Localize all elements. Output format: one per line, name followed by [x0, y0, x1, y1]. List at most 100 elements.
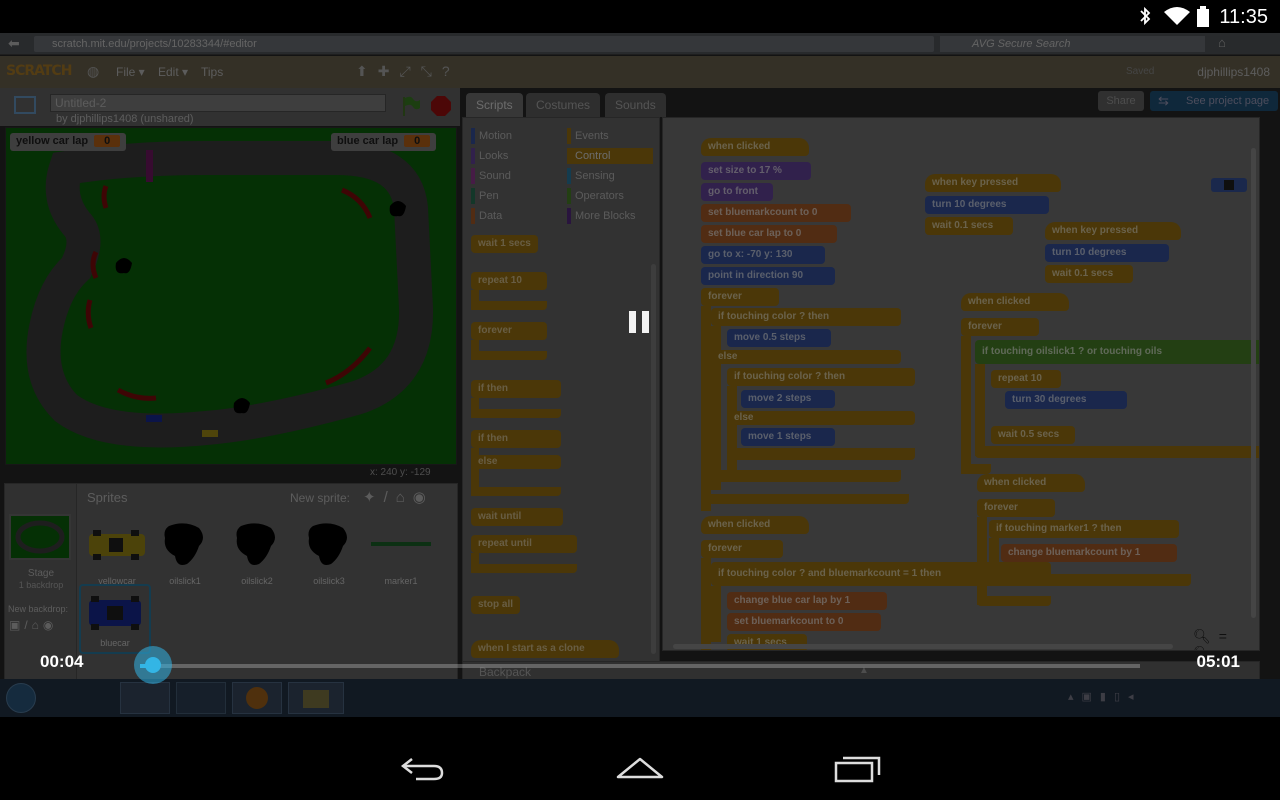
tool-icons[interactable]: ⬆✚⤢⤡? [356, 63, 460, 80]
share-button[interactable]: Share [1098, 91, 1144, 111]
sprite-oilslick3[interactable]: oilslick3 [295, 520, 363, 586]
sprite-oilslick1[interactable]: oilslick1 [151, 520, 219, 586]
recents-nav-icon[interactable] [833, 753, 883, 783]
seek-track[interactable] [140, 664, 1140, 668]
script-block[interactable]: repeat 10 [991, 370, 1061, 388]
menu-edit[interactable]: Edit ▾ [158, 65, 188, 79]
script-scrollbar-horizontal[interactable] [673, 644, 1173, 649]
script-block[interactable]: wait 0.1 secs [1045, 265, 1133, 283]
stage-thumbnail[interactable] [9, 514, 71, 560]
script-block[interactable]: when clicked [701, 138, 809, 156]
script-block[interactable]: when clicked [961, 293, 1069, 311]
sprite-oilslick2[interactable]: oilslick2 [223, 520, 291, 586]
taskbar-app-tools[interactable] [176, 682, 226, 714]
script-block[interactable]: when key pressed [925, 174, 1061, 192]
see-project-button[interactable]: ⇆ See project page [1150, 91, 1278, 111]
seek-thumb[interactable] [134, 646, 172, 684]
script-block[interactable]: when key pressed [1045, 222, 1181, 240]
monitor-blue-car-lap[interactable]: blue car lap 0 [331, 133, 437, 151]
palette-block-clone-hat[interactable]: when I start as a clone [471, 640, 619, 658]
sprite-marker1[interactable]: marker1 [367, 520, 435, 586]
tab-scripts[interactable]: Scripts [466, 93, 523, 117]
palette-block-stop[interactable]: stop all [471, 596, 521, 614]
palette-block-wait[interactable]: wait 1 secs [471, 235, 538, 253]
scratch-logo[interactable]: SCRATCH [6, 63, 72, 79]
sprite-yellowcar[interactable]: yellowcar [83, 520, 151, 586]
stop-icon[interactable] [430, 95, 452, 117]
script-scrollbar-vertical[interactable] [1251, 148, 1256, 618]
new-sprite-icons[interactable]: ✦/⌂◉ [363, 488, 434, 506]
palette-block-repeat[interactable]: repeat 10 [471, 272, 547, 290]
script-block[interactable]: forever [701, 540, 783, 558]
stage[interactable]: yellow car lap 0 blue car lap 0 [5, 127, 457, 465]
script-block[interactable]: go to x: -70 y: 130 [701, 246, 825, 264]
globe-icon[interactable]: ◍ [87, 63, 99, 80]
script-block[interactable]: go to front [701, 183, 773, 201]
menu-tips[interactable]: Tips [201, 65, 223, 79]
script-block[interactable]: move 2 steps [741, 390, 835, 408]
category-more-blocks[interactable]: More Blocks [567, 208, 636, 224]
green-flag-icon[interactable] [400, 95, 422, 117]
script-area[interactable]: when clicked set size to 17 % go to fron… [662, 117, 1260, 651]
script-block[interactable]: move 0.5 steps [727, 329, 831, 347]
palette-block-repeat-until[interactable]: repeat until [471, 535, 577, 553]
palette-block-forever[interactable]: forever [471, 322, 547, 340]
script-block[interactable]: change blue car lap by 1 [727, 592, 887, 610]
category-pen[interactable]: Pen [471, 188, 499, 204]
script-block[interactable]: if touching color ? then [727, 368, 915, 386]
sprite-bluecar[interactable]: bluecar [79, 584, 151, 654]
home-icon[interactable]: ⌂ [1218, 35, 1226, 50]
category-events[interactable]: Events [567, 128, 609, 144]
tab-costumes[interactable]: Costumes [526, 93, 601, 117]
system-tray-icons[interactable]: ▴▣▮▯◂ [1068, 690, 1142, 703]
category-looks[interactable]: Looks [471, 148, 508, 164]
menu-file[interactable]: File ▾ [116, 65, 145, 79]
category-operators[interactable]: Operators [567, 188, 624, 204]
script-block[interactable]: if touching color ? then [711, 308, 901, 326]
script-block[interactable]: move 1 steps [741, 428, 835, 446]
script-block[interactable]: turn 10 degrees [1045, 244, 1169, 262]
project-title-input[interactable]: Untitled-2 [50, 94, 386, 112]
category-data[interactable]: Data [471, 208, 502, 224]
zoom-controls[interactable]: 🔍︎=🔍︎ [1193, 628, 1259, 650]
palette-block-wait-until[interactable]: wait until [471, 508, 563, 526]
script-block[interactable]: set bluemarkcount to 0 [727, 613, 881, 631]
taskbar-app-media[interactable] [120, 682, 170, 714]
url-bar[interactable]: scratch.mit.edu/projects/10283344/#edito… [34, 36, 934, 52]
script-block[interactable]: wait 0.1 secs [925, 217, 1013, 235]
script-block[interactable]: wait 0.5 secs [991, 426, 1075, 444]
fullscreen-icon[interactable] [14, 96, 36, 114]
category-sound[interactable]: Sound [471, 168, 511, 184]
script-block[interactable]: point in direction 90 [701, 267, 835, 285]
script-block[interactable]: turn 10 degrees [925, 196, 1049, 214]
category-sensing[interactable]: Sensing [567, 168, 615, 184]
script-block[interactable]: when clicked [701, 516, 809, 534]
palette-scrollbar[interactable] [651, 264, 656, 654]
script-block[interactable]: if touching oilslick1 ? or touching oils [975, 340, 1259, 364]
video-frame[interactable]: ⬅ scratch.mit.edu/projects/10283344/#edi… [0, 33, 1280, 717]
script-block[interactable]: change bluemarkcount by 1 [1001, 544, 1177, 562]
script-block[interactable]: forever [977, 499, 1055, 517]
script-block[interactable]: set blue car lap to 0 [701, 225, 837, 243]
script-block[interactable]: set size to 17 % [701, 162, 811, 180]
back-icon[interactable]: ⬅ [8, 35, 20, 52]
tab-sounds[interactable]: Sounds [605, 93, 666, 117]
search-input[interactable]: AVG Secure Search [940, 36, 1205, 52]
taskbar-app-firefox[interactable] [232, 682, 282, 714]
back-nav-icon[interactable] [398, 753, 448, 783]
script-block[interactable]: forever [701, 288, 779, 306]
new-backdrop-icons[interactable]: ▣/⌂◉ [9, 618, 57, 632]
palette-block-if-else[interactable]: if then [471, 430, 561, 448]
script-block[interactable]: when clicked [977, 474, 1085, 492]
script-block[interactable]: forever [961, 318, 1039, 336]
user-name[interactable]: djphillips1408 [1197, 65, 1270, 79]
pause-button[interactable] [629, 311, 651, 333]
windows-start-icon[interactable] [6, 683, 36, 713]
category-control[interactable]: Control [567, 148, 653, 164]
monitor-yellow-car-lap[interactable]: yellow car lap 0 [10, 133, 127, 151]
home-nav-icon[interactable] [615, 753, 665, 783]
category-motion[interactable]: Motion [471, 128, 512, 144]
script-block[interactable]: if touching marker1 ? then [989, 520, 1179, 538]
script-block[interactable]: set bluemarkcount to 0 [701, 204, 851, 222]
script-block[interactable]: turn 30 degrees [1005, 391, 1127, 409]
